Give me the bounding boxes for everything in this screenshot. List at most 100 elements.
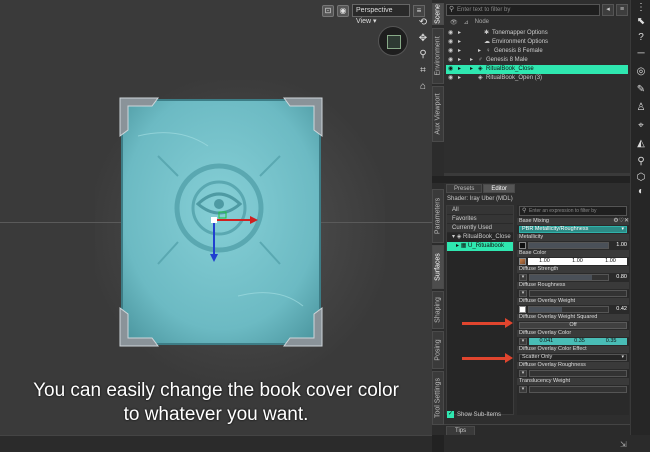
scene-search-input[interactable]: ⚲ Enter text to filter by [446,4,600,16]
scene-row-environment[interactable]: ◉ ▸ ☁ Environment Options [446,38,628,47]
tab-presets[interactable]: Presets [446,184,483,193]
scene-row-tonemapper[interactable]: ◉ ▸ ✱ Tonemapper Options [446,29,628,38]
eye-icon[interactable]: ◉ [446,56,456,65]
joint-editor-icon[interactable]: ⚲ [634,156,648,168]
tab-shaping[interactable]: Shaping [432,291,444,329]
viewport[interactable]: ⊡ ◉ Perspective View ▾ ≡ ⟲ ✥ ⚲ ⌗ ⌂ You c… [0,0,432,435]
tab-posing[interactable]: Posing [432,331,444,369]
overlay-color-field[interactable]: 0.041 0.35 0.35 [529,337,627,345]
property-search-input[interactable]: ⚲ Enter an expression to filter by [519,206,627,216]
map-menu-icon[interactable]: ▾ [519,337,527,345]
diffuse-overlay-weight-value[interactable]: 0.42 [611,306,627,312]
tree-item-object[interactable]: ▾ ◈ RitualBook_Close [447,233,513,242]
expand-arrow-icon[interactable]: ▸ [470,56,478,65]
nav-tools: ⟲ ✥ ⚲ ⌗ ⌂ [416,18,430,92]
lock-icon[interactable]: ▸ [456,29,466,38]
scene-filter-icon[interactable]: ◂ [602,4,614,16]
overlay-weight-squared-toggle[interactable]: Off [519,321,627,329]
scene-row-ritualbook-close[interactable]: ◉ ▸ ▸ ◈ RitualBook_Close [446,65,628,74]
tree-item-currently-used[interactable]: Currently Used [447,224,513,233]
tab-aux-viewport[interactable]: Aux Viewport [432,86,444,142]
scene-row-ritualbook-open[interactable]: ◉ ▸ ◈ RitualBook_Open (3) [446,74,628,83]
view-select[interactable]: Perspective View ▾ [352,4,410,25]
tab-tool-settings[interactable]: Tool Settings [432,371,444,425]
tab-parameters[interactable]: Parameters [432,189,444,243]
gizmo-center[interactable] [211,217,217,223]
base-mixing-select[interactable]: PBR Metallicity/Roughness ▾ [519,225,627,233]
help-cursor-icon[interactable]: ⬉ [634,16,648,28]
show-sub-items[interactable]: ✓ Show Sub-Items [447,411,501,418]
overlay-weight-map-swatch[interactable] [519,305,526,313]
home-icon[interactable]: ⌂ [420,82,426,92]
viewport-status-bar [0,435,432,452]
nav-cube-face[interactable] [387,35,401,49]
shader-label: Shader: Iray Uber (MDL) [447,196,513,202]
help-icon[interactable]: ? [634,32,648,44]
map-menu-icon[interactable]: ▾ [519,385,527,393]
eye-icon[interactable]: ◉ [446,47,456,56]
frame-icon[interactable]: ⊡ [322,4,334,17]
base-color-map-swatch[interactable] [519,257,526,265]
pan-icon[interactable]: ✥ [419,34,427,44]
map-menu-icon[interactable]: ▾ [519,289,527,297]
tab-environment-label: Environment [434,36,442,76]
eye-icon[interactable]: ◉ [446,74,456,83]
metallicity-value[interactable]: 1.00 [611,242,627,248]
scene-row-genesis-female[interactable]: ◉ ▸ ▸ ♀ Genesis 8 Female [446,47,628,56]
metallicity-slider[interactable] [528,241,609,249]
book-cover[interactable] [122,100,320,344]
tab-scene-label: Scene [434,4,442,24]
diffuse-roughness-slider[interactable] [529,289,627,297]
surface-selection-icon[interactable]: ⌖ [634,120,648,132]
active-pose-icon[interactable]: ♙ [634,102,648,114]
overlay-roughness-slider[interactable] [529,369,627,377]
expand-arrow-icon[interactable]: ▸ [470,65,478,74]
lock-icon[interactable]: ▸ [456,47,466,56]
ritual-book[interactable] [118,96,324,348]
overlay-roughness-label: Diffuse Overlay Roughness [517,362,629,369]
map-menu-icon[interactable]: ▾ [519,369,527,377]
resize-grip-icon[interactable]: ⇲ [620,440,627,449]
tab-surfaces[interactable]: Surfaces [432,245,444,289]
scene-menu-icon[interactable]: ≡ [616,4,628,16]
frame-selected-icon[interactable]: ⌗ [420,66,426,76]
eye-icon[interactable]: ◉ [446,29,456,38]
tree-item-surface[interactable]: ▸ ▦ U_Ritualbook [447,242,513,251]
tab-environment[interactable]: Environment [432,28,444,84]
scene-row-genesis-male[interactable]: ◉ ▸ ▸ ♂ Genesis 8 Male [446,56,628,65]
tab-editor[interactable]: Editor [483,184,516,193]
tab-aux-viewport-label: Aux Viewport [434,93,442,135]
tab-scene[interactable]: Scene [432,3,444,25]
show-sub-items-checkbox[interactable]: ✓ [447,411,454,418]
eye-icon[interactable]: ◉ [446,38,456,47]
property-tools-icons[interactable]: ⚙♡✕ [613,218,629,225]
view-menu-icon[interactable]: ≡ [413,4,425,17]
translucency-weight-label: Translucency Weight [517,378,629,385]
nav-cube[interactable] [378,26,408,56]
diffuse-strength-slider[interactable] [529,273,609,281]
camera-icon[interactable]: ◉ [337,4,349,17]
zoom-icon[interactable]: ⚲ [419,50,426,60]
tree-item-favorites[interactable]: Favorites [447,215,513,224]
universal-tool-icon[interactable]: ◎ [634,66,648,78]
map-menu-icon[interactable]: ▾ [519,273,527,281]
diffuse-overlay-weight-slider[interactable] [528,305,609,313]
search-icon: ⚲ [522,208,527,214]
region-navigator-icon[interactable]: ◭ [634,138,648,150]
translucency-weight-slider[interactable] [529,385,627,393]
base-color-field[interactable]: 1.00 1.00 1.00 [528,257,627,265]
tree-item-all[interactable]: All [447,206,513,215]
expand-arrow-icon[interactable]: ▸ [478,47,486,56]
lock-icon[interactable]: ▸ [456,74,466,83]
lock-icon[interactable]: ▸ [456,65,466,74]
overlay-color-effect-select[interactable]: Scatter Only ▾ [519,353,627,361]
metallicity-map-swatch[interactable] [519,241,526,249]
diffuse-strength-value[interactable]: 0.80 [611,274,627,280]
orbit-icon[interactable]: ⟲ [419,18,427,28]
lock-icon[interactable]: ▸ [456,56,466,65]
figure-setup-icon[interactable]: ◐ [634,186,648,198]
geometry-editor-icon[interactable]: ⬡ [634,172,648,184]
node-weight-brush-icon[interactable]: ✎ [634,84,648,96]
eye-icon[interactable]: ◉ [446,65,456,74]
lock-icon[interactable]: ▸ [456,38,466,47]
